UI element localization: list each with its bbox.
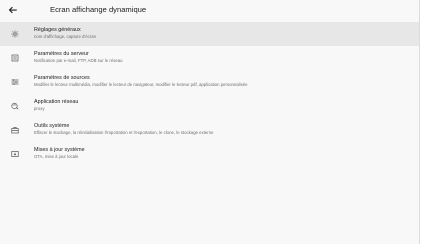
network-icon: [10, 101, 20, 111]
item-title: Outils système: [34, 123, 70, 129]
settings-item-sources[interactable]: Paramètres de sources Modifier le lecteu…: [0, 70, 419, 94]
settings-screen: Ecran affichange dynamique Réglages géné…: [0, 0, 420, 244]
item-title: Mises à jour système: [34, 147, 85, 153]
back-arrow-icon[interactable]: [5, 2, 21, 18]
item-title: Application réseau: [34, 99, 79, 105]
system-update-icon: [10, 149, 20, 159]
gear-icon: [10, 29, 20, 39]
item-subtitle: nom d'affichage, capture d'écran: [34, 34, 96, 39]
settings-item-system-tools[interactable]: Outils système Effacer le stockage, la r…: [0, 118, 419, 142]
page-title: Ecran affichange dynamique: [50, 5, 147, 14]
sliders-icon: [10, 77, 20, 87]
item-subtitle: Notification par e-mail, FTP, ADB sur le…: [34, 58, 123, 63]
server-icon: [10, 53, 20, 63]
item-subtitle: Effacer le stockage, la réinitialisation…: [34, 130, 214, 135]
window-edge: [420, 0, 425, 244]
settings-list: Réglages généraux nom d'affichage, captu…: [0, 22, 419, 166]
item-subtitle: proxy: [34, 106, 45, 111]
toolbox-icon: [10, 125, 20, 135]
item-subtitle: Modifier le lecteur multimédia, modifier…: [34, 82, 248, 87]
settings-item-network[interactable]: Application réseau proxy: [0, 94, 419, 118]
item-title: Paramètres du serveur: [34, 51, 89, 57]
item-title: Paramètres de sources: [34, 75, 90, 81]
item-title: Réglages généraux: [34, 27, 81, 33]
item-subtitle: OTA, mise à jour locale: [34, 154, 79, 159]
app-bar: Ecran affichange dynamique: [0, 0, 419, 23]
settings-item-system-update[interactable]: Mises à jour système OTA, mise à jour lo…: [0, 142, 419, 166]
settings-item-general[interactable]: Réglages généraux nom d'affichage, captu…: [0, 22, 419, 46]
settings-item-server[interactable]: Paramètres du serveur Notification par e…: [0, 46, 419, 70]
